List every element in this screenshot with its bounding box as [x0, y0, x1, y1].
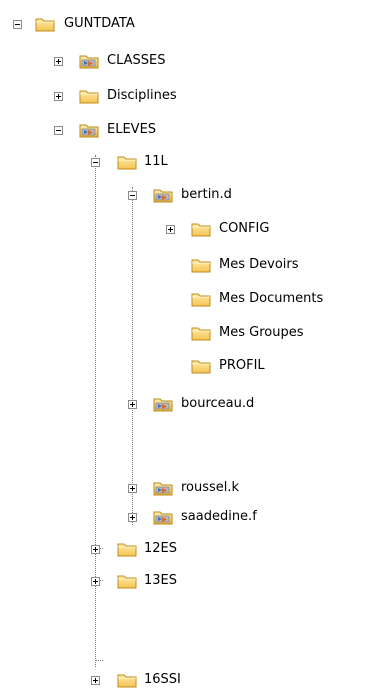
- tree-node-label: PROFIL: [219, 358, 265, 373]
- tree-node-label: 16SSI: [144, 672, 181, 687]
- folder-user-icon: [152, 479, 174, 497]
- folder-user-icon: [152, 395, 174, 413]
- collapse-icon[interactable]: [128, 191, 137, 200]
- expand-icon[interactable]: [166, 225, 175, 234]
- folder-user-icon: [152, 508, 174, 526]
- tree-line: [132, 187, 133, 525]
- tree-node-label: Mes Groupes: [219, 325, 304, 340]
- tree-node-label: ELEVES: [107, 122, 157, 137]
- expand-icon[interactable]: [128, 484, 137, 493]
- tree-node-label: bertin.d: [181, 187, 232, 202]
- tree-node-label: 13ES: [144, 573, 178, 588]
- expand-icon[interactable]: [54, 57, 63, 66]
- folder-icon: [190, 357, 212, 375]
- folder-icon: [78, 87, 100, 105]
- folder-user-icon: [152, 186, 174, 204]
- tree-node-label: CONFIG: [219, 221, 270, 236]
- expand-icon[interactable]: [91, 545, 100, 554]
- folder-user-icon: [78, 52, 100, 70]
- tree-node-label: Mes Documents: [219, 291, 324, 306]
- collapse-icon[interactable]: [91, 158, 100, 167]
- folder-icon: [190, 290, 212, 308]
- tree-node-label: roussel.k: [181, 480, 240, 495]
- expand-icon[interactable]: [91, 676, 100, 685]
- tree-line: [95, 155, 96, 667]
- tree-node-label: GUNTDATA: [64, 16, 135, 31]
- tree-node-label: bourceau.d: [181, 396, 255, 411]
- tree-node-label: 12ES: [144, 541, 178, 556]
- folder-icon: [190, 256, 212, 274]
- expand-icon[interactable]: [128, 513, 137, 522]
- tree-line: [95, 660, 103, 661]
- expand-icon[interactable]: [54, 92, 63, 101]
- tree-node-label: saadedine.f: [181, 509, 257, 524]
- collapse-icon[interactable]: [13, 20, 22, 29]
- tree-node-label: Mes Devoirs: [219, 257, 299, 272]
- folder-icon: [116, 572, 138, 590]
- folder-icon: [116, 540, 138, 558]
- folder-user-icon: [78, 121, 100, 139]
- folder-icon: [190, 220, 212, 238]
- folder-open-icon: [34, 15, 56, 33]
- folder-icon: [190, 324, 212, 342]
- expand-icon[interactable]: [91, 577, 100, 586]
- collapse-icon[interactable]: [54, 126, 63, 135]
- tree-node-label: 11L: [144, 154, 168, 169]
- tree-node-label: CLASSES: [107, 53, 166, 68]
- folder-icon: [116, 671, 138, 689]
- expand-icon[interactable]: [128, 400, 137, 409]
- folder-open-icon: [116, 153, 138, 171]
- tree-node-label: Disciplines: [107, 88, 177, 103]
